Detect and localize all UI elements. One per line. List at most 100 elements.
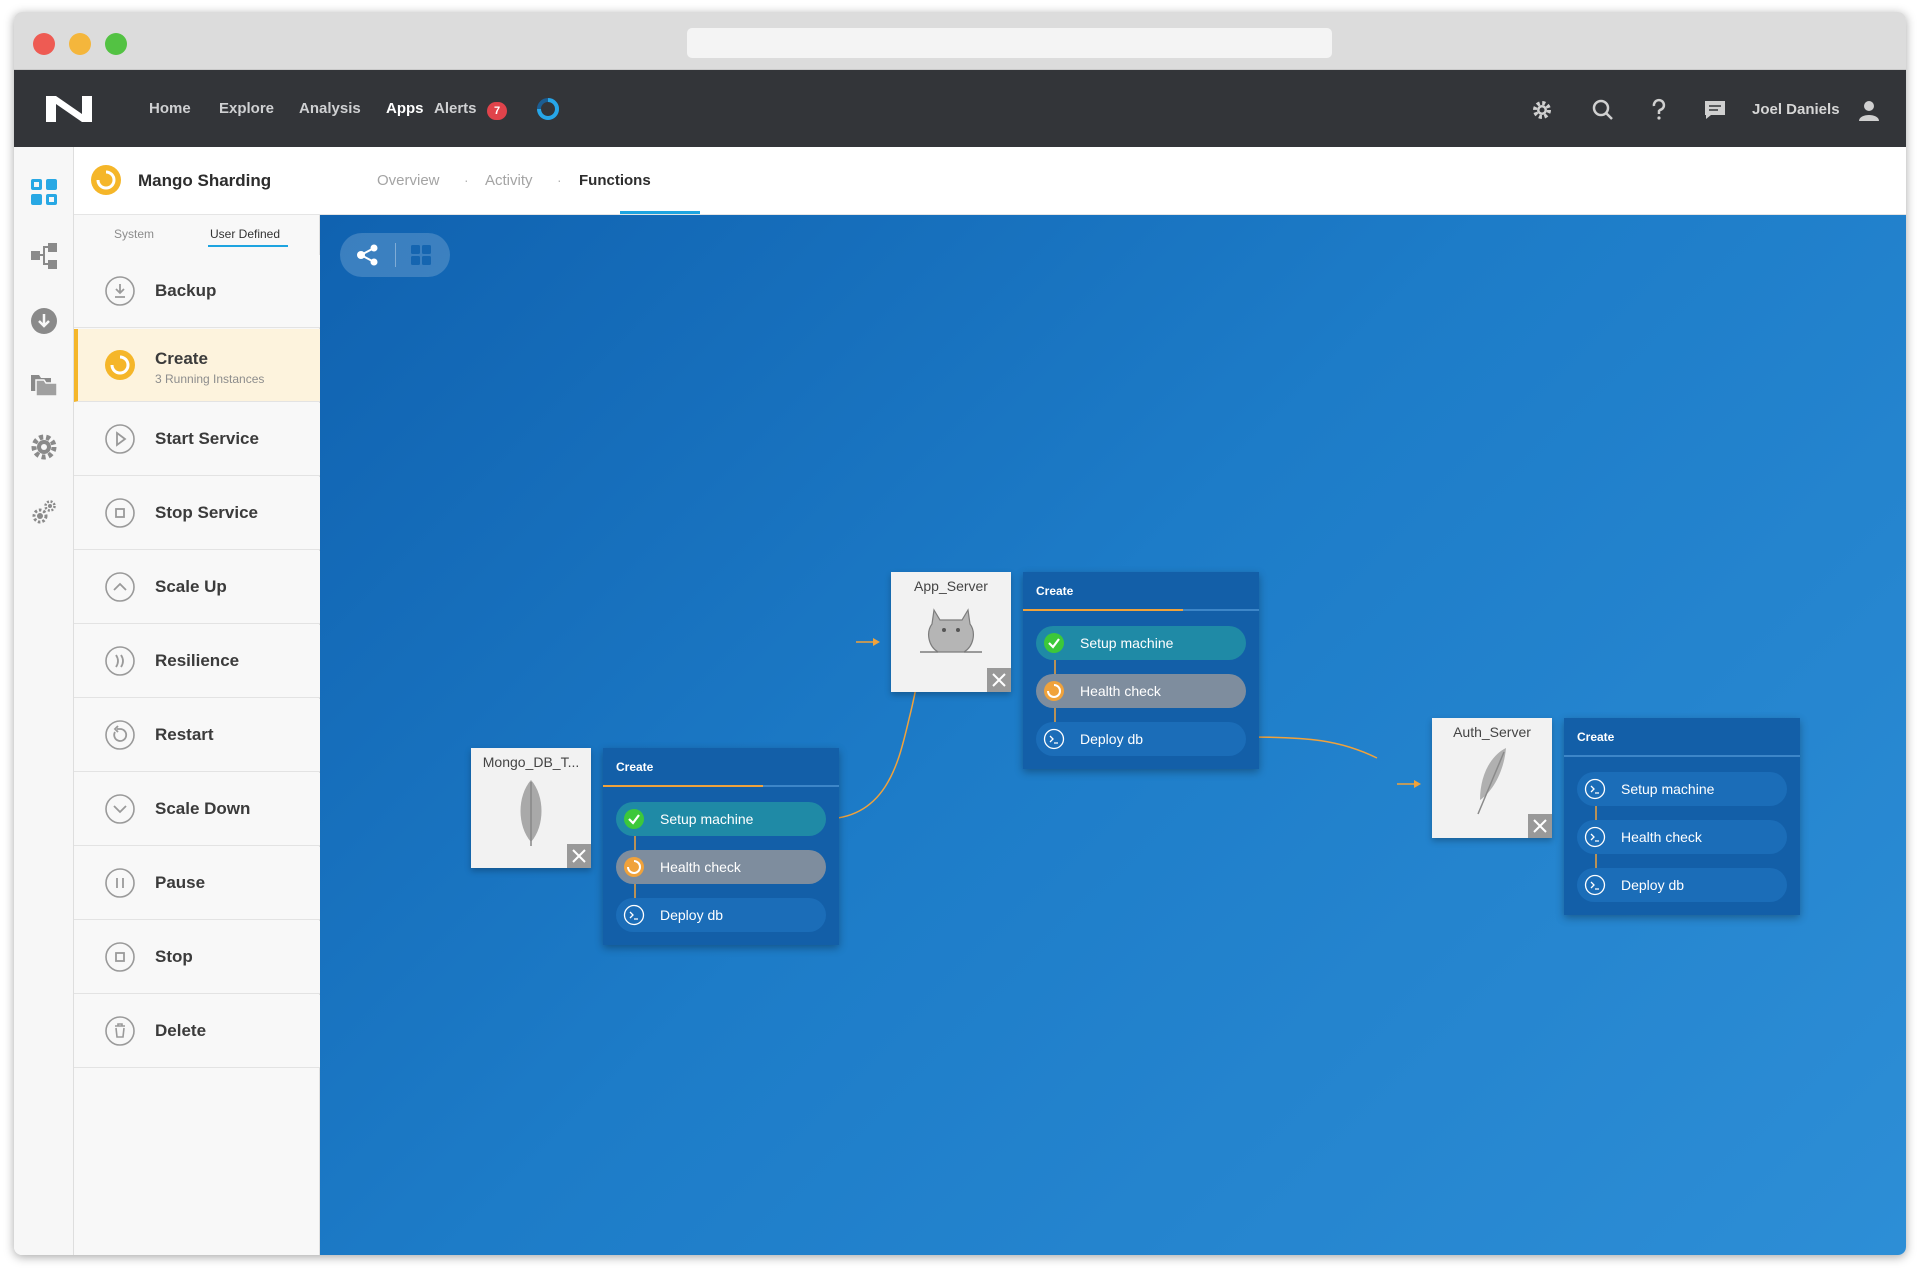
function-item-stop[interactable]: Stop bbox=[74, 921, 320, 994]
chevron-up-icon bbox=[105, 572, 135, 602]
function-item-restart[interactable]: Restart bbox=[74, 699, 320, 772]
function-label: Pause bbox=[155, 873, 206, 892]
chat-icon[interactable] bbox=[1702, 97, 1728, 123]
tab-user-defined[interactable]: User Defined bbox=[210, 227, 280, 241]
terminal-icon bbox=[623, 904, 645, 926]
check-circle-icon bbox=[1044, 633, 1064, 653]
close-icon bbox=[1533, 819, 1547, 833]
browser-window: Home Explore Analysis Apps Alerts 7 Joel… bbox=[14, 12, 1906, 1255]
function-label: Scale Up bbox=[155, 577, 227, 596]
functions-panel: System User Defined Backup Create 3 Runn… bbox=[74, 215, 320, 1255]
settings-puzzle-icon[interactable] bbox=[29, 432, 59, 462]
workflow-title: Create bbox=[1036, 584, 1074, 598]
function-label: Create bbox=[155, 349, 208, 368]
step-label: Health check bbox=[660, 859, 741, 875]
workflow-card-app-server: Create Setup machine Health check Deploy… bbox=[1023, 572, 1259, 769]
step-health-check[interactable]: Health check bbox=[616, 850, 826, 884]
tab-overview[interactable]: Overview bbox=[377, 172, 440, 189]
node-title: Mongo_DB_T... bbox=[482, 754, 580, 770]
top-navigation: Home Explore Analysis Apps Alerts 7 Joel… bbox=[14, 70, 1906, 147]
nav-explore-link[interactable]: Explore bbox=[219, 100, 274, 117]
restart-icon bbox=[105, 720, 135, 750]
step-setup-machine[interactable]: Setup machine bbox=[1577, 772, 1787, 806]
tab-functions[interactable]: Functions bbox=[579, 172, 651, 189]
function-item-delete[interactable]: Delete bbox=[74, 995, 320, 1068]
mongodb-leaf-icon bbox=[520, 780, 542, 846]
search-icon[interactable] bbox=[1590, 97, 1616, 123]
trash-icon bbox=[105, 1016, 135, 1046]
step-deploy-db[interactable]: Deploy db bbox=[1036, 722, 1246, 756]
workflow-title: Create bbox=[616, 760, 654, 774]
close-window-button[interactable] bbox=[33, 33, 55, 55]
close-icon bbox=[572, 849, 586, 863]
alerts-count-badge: 7 bbox=[487, 102, 507, 120]
tab-separator: · bbox=[464, 172, 469, 188]
tab-activity[interactable]: Activity bbox=[485, 172, 533, 189]
address-bar[interactable] bbox=[687, 28, 1332, 58]
step-health-check[interactable]: Health check bbox=[1036, 674, 1246, 708]
node-mongo-db[interactable]: Mongo_DB_T... bbox=[471, 748, 591, 868]
function-item-create[interactable]: Create 3 Running Instances bbox=[74, 329, 320, 402]
apps-grid-icon[interactable] bbox=[29, 177, 59, 207]
terminal-icon bbox=[1584, 778, 1606, 800]
step-label: Setup machine bbox=[1080, 635, 1174, 651]
stop-icon bbox=[105, 942, 135, 972]
function-label: Backup bbox=[155, 281, 217, 300]
node-auth-server[interactable]: Auth_Server bbox=[1432, 718, 1552, 838]
remove-node-button[interactable] bbox=[567, 844, 591, 868]
function-label: Stop bbox=[155, 947, 193, 966]
function-label: Delete bbox=[155, 1021, 207, 1040]
step-deploy-db[interactable]: Deploy db bbox=[1577, 868, 1787, 902]
folders-icon[interactable] bbox=[29, 369, 59, 399]
download-circle-icon[interactable] bbox=[29, 306, 59, 336]
workflow-canvas[interactable]: Mongo_DB_T... Create Setup machine Healt… bbox=[320, 215, 1906, 1255]
tab-system[interactable]: System bbox=[114, 227, 154, 241]
remove-node-button[interactable] bbox=[987, 668, 1011, 692]
node-title: App_Server bbox=[914, 578, 988, 594]
step-label: Deploy db bbox=[1621, 877, 1685, 893]
step-deploy-db[interactable]: Deploy db bbox=[616, 898, 826, 932]
user-name[interactable]: Joel Daniels bbox=[1752, 101, 1840, 118]
step-label: Health check bbox=[1621, 829, 1702, 845]
step-label: Health check bbox=[1080, 683, 1161, 699]
spinner-icon bbox=[105, 350, 135, 380]
function-item-scale-down[interactable]: Scale Down bbox=[74, 773, 320, 846]
nav-alerts-link[interactable]: Alerts bbox=[434, 100, 477, 117]
play-icon bbox=[105, 424, 135, 454]
gears-icon[interactable] bbox=[29, 497, 59, 527]
workflow-title: Create bbox=[1577, 730, 1615, 744]
maximize-window-button[interactable] bbox=[105, 33, 127, 55]
step-setup-machine[interactable]: Setup machine bbox=[616, 802, 826, 836]
resilience-icon bbox=[105, 646, 135, 676]
check-circle-icon bbox=[624, 809, 644, 829]
help-icon[interactable] bbox=[1646, 97, 1672, 123]
brand-logo[interactable] bbox=[44, 94, 94, 124]
minimize-window-button[interactable] bbox=[69, 33, 91, 55]
workflow-progress-fill bbox=[1023, 609, 1183, 611]
function-item-pause[interactable]: Pause bbox=[74, 847, 320, 920]
nav-apps-link[interactable]: Apps bbox=[386, 100, 424, 117]
function-item-scale-up[interactable]: Scale Up bbox=[74, 551, 320, 624]
close-icon bbox=[992, 673, 1006, 687]
nav-analysis-link[interactable]: Analysis bbox=[299, 100, 361, 117]
pause-icon bbox=[105, 868, 135, 898]
step-label: Deploy db bbox=[1080, 731, 1144, 747]
node-app-server[interactable]: App_Server bbox=[891, 572, 1011, 692]
user-avatar-icon[interactable] bbox=[1856, 97, 1882, 123]
node-title: Auth_Server bbox=[1453, 724, 1531, 740]
function-item-stop-service[interactable]: Stop Service bbox=[74, 477, 320, 550]
step-health-check[interactable]: Health check bbox=[1577, 820, 1787, 854]
remove-node-button[interactable] bbox=[1528, 814, 1552, 838]
chevron-down-icon bbox=[105, 794, 135, 824]
function-item-resilience[interactable]: Resilience bbox=[74, 625, 320, 698]
terminal-icon bbox=[1043, 728, 1065, 750]
app-status-spinner-icon bbox=[91, 165, 121, 195]
step-label: Setup machine bbox=[1621, 781, 1715, 797]
nav-home-link[interactable]: Home bbox=[149, 100, 191, 117]
spinner-icon bbox=[1044, 681, 1064, 701]
step-setup-machine[interactable]: Setup machine bbox=[1036, 626, 1246, 660]
topology-icon[interactable] bbox=[29, 241, 59, 271]
function-item-backup[interactable]: Backup bbox=[74, 255, 320, 328]
settings-gear-icon[interactable] bbox=[1529, 97, 1555, 123]
function-item-start-service[interactable]: Start Service bbox=[74, 403, 320, 476]
